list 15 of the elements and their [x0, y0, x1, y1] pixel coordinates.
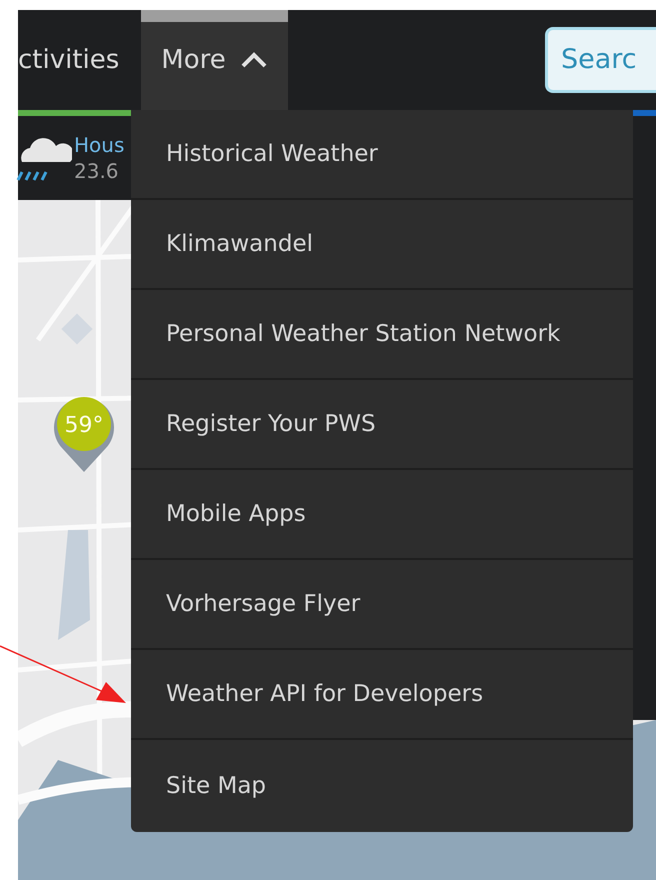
- menu-item[interactable]: Historical Weather: [166, 136, 378, 172]
- menu-item[interactable]: Mobile Apps: [166, 496, 306, 532]
- menu-item[interactable]: Klimawandel: [166, 226, 313, 262]
- menu-item[interactable]: Personal Weather Station Network: [166, 316, 560, 352]
- accent-bar: [633, 110, 656, 116]
- menu-item[interactable]: Site Map: [166, 768, 266, 804]
- nav-tab[interactable]: More: [141, 10, 288, 110]
- menu-item[interactable]: Vorhersage Flyer: [166, 586, 360, 622]
- temperature: 23.6: [74, 158, 120, 184]
- station-name[interactable]: Hous: [74, 132, 124, 158]
- chevron-up-icon: [240, 52, 268, 68]
- menu-item[interactable]: Weather API for Developers: [166, 676, 484, 712]
- nav-tab[interactable]: ctivities: [18, 10, 142, 110]
- menu-item[interactable]: Register Your PWS: [166, 406, 376, 442]
- temperature-label: 59°: [64, 412, 104, 440]
